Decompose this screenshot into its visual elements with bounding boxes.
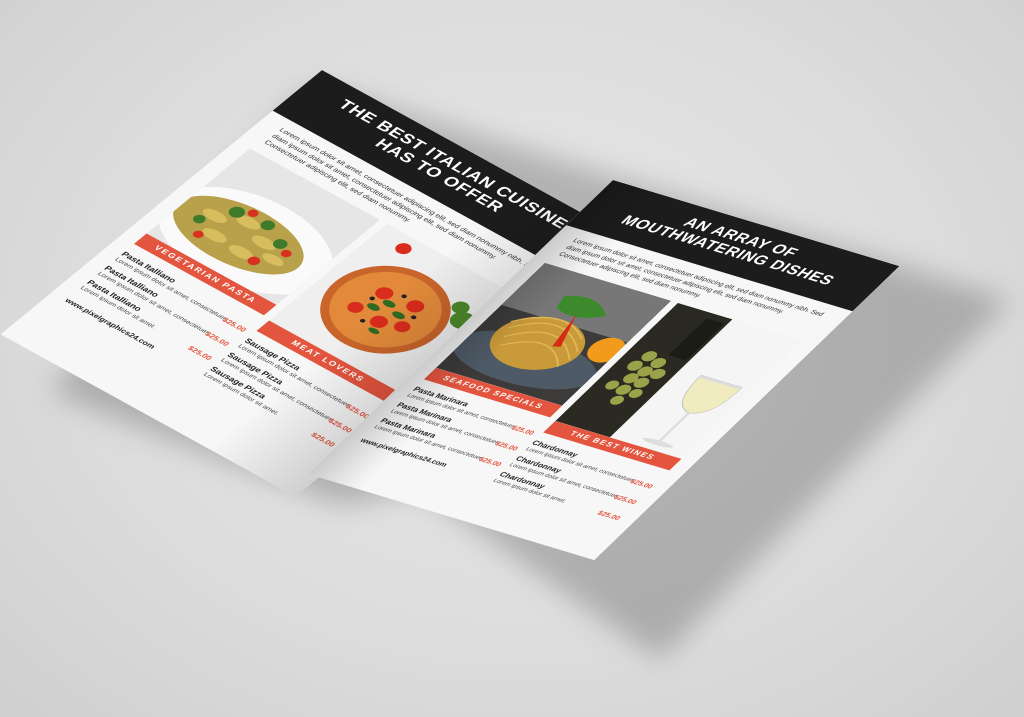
brochure-scene: THE BEST ITALIAN CUISINE HAS TO OFFER Lo… [0, 0, 1024, 717]
